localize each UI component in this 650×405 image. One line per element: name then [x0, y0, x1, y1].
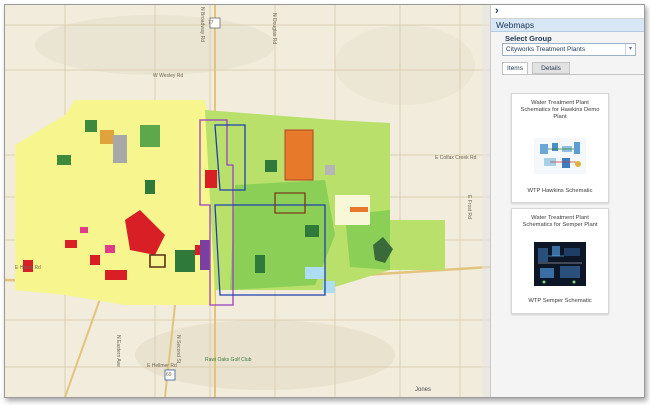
card-caption: WTP Hawkins Schematic — [527, 188, 593, 194]
road-label-n-broadway: N Broadway Rd — [199, 7, 205, 43]
card-title: Water Treatment Plant Schematics for Sem… — [522, 215, 598, 228]
road-label-n-douglas: N Douglas Rd — [271, 13, 277, 45]
tab-details[interactable]: Details — [532, 62, 570, 74]
select-group-label: Select Group — [505, 34, 552, 43]
group-select-value: Cityworks Treatment Plants — [506, 46, 586, 53]
webmap-card-semper[interactable]: Water Treatment Plant Schematics for Sem… — [511, 208, 609, 314]
golf-label: Rawi Oaks Golf Club — [205, 357, 252, 363]
road-label-e-harris: E Harris Rd — [15, 265, 41, 271]
side-panel: › Webmaps Select Group Cityworks Treatme… — [490, 5, 644, 397]
card-caption: WTP Semper Schematic — [528, 298, 592, 304]
map-canvas[interactable] — [5, 5, 490, 397]
road-label-n-eastern: N Eastern Ave — [115, 335, 121, 367]
tab-divider — [502, 74, 644, 75]
road-label-e-frost: E Frost Rd — [466, 195, 472, 219]
group-select[interactable]: Cityworks Treatment Plants ▾ — [502, 43, 636, 56]
schematic-thumbnail — [534, 138, 586, 174]
webmap-card-hawkins[interactable]: Water Treatment Plant Schematics for Haw… — [511, 93, 609, 203]
road-label-w-wesley: W Wesley Rd — [153, 73, 184, 79]
town-label-jones: Jones — [415, 387, 432, 393]
card-title: Water Treatment Plant Schematics for Haw… — [520, 100, 600, 120]
panel-title: Webmaps — [496, 20, 535, 30]
app-window: 77 69 N Broadway Rd N Douglas Rd W Wesle… — [4, 4, 645, 398]
schematic-thumbnail — [534, 242, 586, 286]
route-77-shield: 77 — [208, 20, 214, 26]
collapse-bar: › — [491, 5, 644, 19]
panel-header: Webmaps — [491, 19, 644, 32]
road-label-n-second: N Second St — [175, 335, 181, 364]
road-label-colfax: E Colfax Creek Rd — [435, 155, 477, 161]
route-69-shield: 69 — [166, 372, 172, 378]
road-label-hellmer: E Hellmer Rd — [147, 363, 177, 369]
chevron-right-icon[interactable]: › — [495, 5, 499, 18]
map-scrollbar[interactable] — [482, 5, 490, 397]
map-view[interactable]: 77 69 N Broadway Rd N Douglas Rd W Wesle… — [5, 5, 490, 397]
chevron-down-icon[interactable]: ▾ — [625, 44, 635, 55]
